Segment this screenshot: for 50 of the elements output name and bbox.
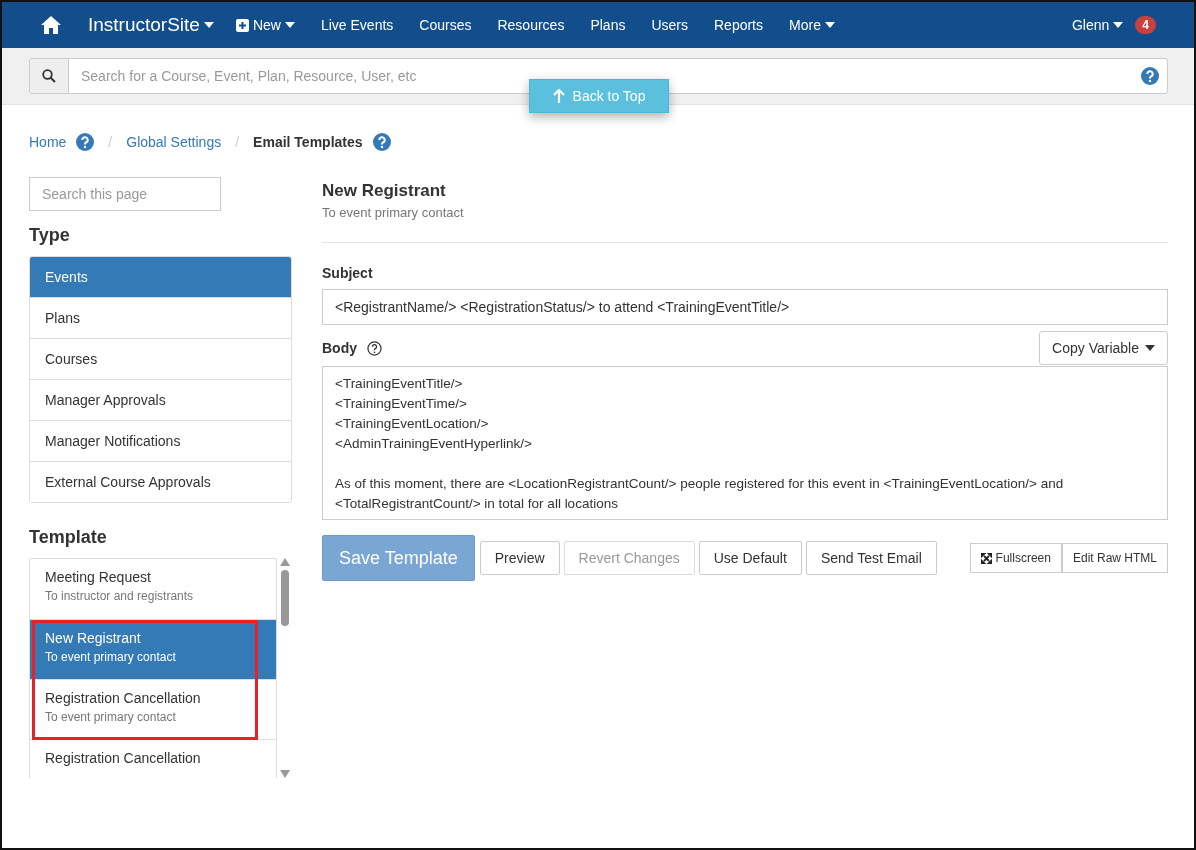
breadcrumb-current: Email Templates <box>253 134 363 150</box>
home-icon[interactable] <box>40 15 62 35</box>
help-icon[interactable] <box>367 340 382 356</box>
notification-badge[interactable]: 4 <box>1135 16 1156 34</box>
search-button[interactable] <box>30 59 69 93</box>
breadcrumb-separator: / <box>108 134 113 150</box>
nav-link[interactable]: Plans <box>590 17 626 33</box>
nav-link[interactable]: Resources <box>497 17 565 33</box>
action-button[interactable]: Preview <box>479 541 560 575</box>
caret-icon <box>1113 22 1124 28</box>
scroll-down-icon[interactable] <box>279 770 290 778</box>
edit-raw-html-button[interactable]: Edit Raw HTML <box>1061 543 1168 573</box>
more-menu[interactable]: More <box>789 17 835 33</box>
nav-link[interactable]: Reports <box>714 17 763 33</box>
fullscreen-button[interactable]: Fullscreen <box>969 543 1062 573</box>
brand-menu[interactable]: InstructorSite <box>88 14 214 36</box>
scroll-thumb[interactable] <box>280 570 289 626</box>
template-list-item[interactable]: New Registrant To event primary contact <box>30 619 276 679</box>
nav-link[interactable]: Courses <box>419 17 472 33</box>
field-label: Subject <box>322 265 374 281</box>
breadcrumb-separator: / <box>235 134 240 150</box>
plus-square-icon <box>235 18 249 32</box>
new-menu[interactable]: New <box>235 17 295 33</box>
expand-icon <box>980 552 992 564</box>
action-button[interactable]: Send Test Email <box>805 541 937 575</box>
page-search-field[interactable]: Search this page <box>29 177 221 211</box>
template-subtitle: To event primary contact <box>322 205 465 220</box>
breadcrumb-link[interactable]: Global Settings <box>126 134 222 150</box>
nav-link[interactable]: Users <box>651 17 688 33</box>
template-title: New Registrant <box>322 181 447 201</box>
breadcrumb-link[interactable]: Home <box>29 134 67 150</box>
nav-link[interactable]: Live Events <box>320 17 394 33</box>
scroll-up-icon[interactable] <box>279 558 290 566</box>
action-button[interactable]: Use Default <box>698 541 802 575</box>
user-menu[interactable]: Glenn <box>1071 17 1124 33</box>
subject-field[interactable]: <RegistrantName/> <RegistrationStatus/> to attend <TrainingEventTitle/> <box>322 289 1168 325</box>
section-heading: Template <box>29 527 108 548</box>
caret-icon <box>203 22 214 28</box>
field-label: Body <box>322 340 357 356</box>
scrollbar[interactable] <box>277 558 292 778</box>
type-list-item[interactable]: Events <box>30 257 291 297</box>
body-field[interactable]: <TrainingEventTitle/> <TrainingEventTime/> <TrainingEventLocation/> <AdminTrainingEventHyperlink/> As of this moment, there are <LocationRegistrantCount/> people registered for this event in <TrainingEventLocation/> and <TotalRegistrantCount/> in total for all locations <box>322 366 1168 520</box>
caret-icon <box>1145 345 1155 351</box>
search-icon <box>42 69 56 83</box>
caret-icon <box>824 22 835 28</box>
section-heading: Type <box>29 225 71 246</box>
arrow-up-icon <box>552 89 565 103</box>
type-list-item[interactable]: External Course Approvals <box>30 461 291 502</box>
caret-icon <box>284 22 295 28</box>
copy-variable-dropdown[interactable]: Copy Variable <box>1039 331 1168 365</box>
